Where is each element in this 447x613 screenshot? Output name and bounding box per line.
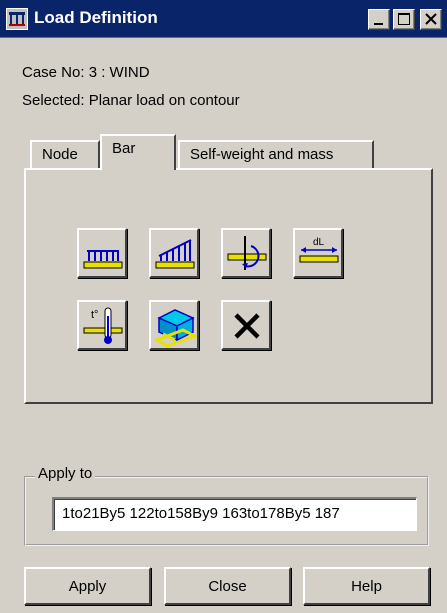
moment-load-icon	[227, 236, 267, 270]
svg-text:t°: t°	[91, 309, 98, 321]
tab-node[interactable]: Node	[30, 140, 100, 170]
svg-text:dL: dL	[313, 237, 325, 248]
tab-bar-label: Bar	[112, 140, 136, 157]
moment-load-button[interactable]	[221, 228, 271, 278]
tab-self-weight-label: Self-weight and mass	[190, 146, 334, 163]
delete-load-button[interactable]	[221, 300, 271, 350]
tab-self-weight-and-mass[interactable]: Self-weight and mass	[178, 140, 374, 170]
tab-bar[interactable]: Bar	[100, 134, 176, 170]
tab-node-label: Node	[42, 146, 78, 163]
app-icon[interactable]	[6, 8, 28, 30]
title-bar[interactable]: Load Definition	[0, 0, 447, 38]
help-button[interactable]: Help	[303, 567, 430, 605]
maximize-icon	[398, 13, 410, 25]
thermal-load-button[interactable]: t°	[77, 300, 127, 350]
maximize-button[interactable]	[393, 9, 415, 30]
uniform-load-button[interactable]	[77, 228, 127, 278]
dl-expansion-icon: dL	[299, 237, 339, 263]
trapezoidal-load-icon	[155, 239, 195, 269]
uniform-load-icon	[83, 250, 123, 269]
apply-to-label: Apply to	[35, 465, 96, 482]
trapezoidal-load-button[interactable]	[149, 228, 199, 278]
minimize-icon	[374, 23, 383, 25]
thermal-load-icon: t°	[83, 307, 123, 344]
dl-expansion-button[interactable]: dL	[293, 228, 343, 278]
apply-button[interactable]: Apply	[24, 567, 151, 605]
window-title: Load Definition	[34, 8, 158, 27]
case-number-label: Case No: 3 : WIND	[22, 64, 150, 81]
delete-icon	[234, 313, 260, 339]
apply-to-input[interactable]: 1to21By5 122to158By9 163to178By5 187	[52, 497, 417, 531]
bar-tab-panel: dL t°	[24, 168, 433, 404]
minimize-button[interactable]	[368, 9, 390, 30]
close-icon	[425, 13, 437, 25]
selection-label: Selected: Planar load on contour	[22, 92, 240, 109]
close-button[interactable]	[420, 9, 442, 30]
self-weight-3d-button[interactable]	[149, 300, 199, 350]
close-dialog-button[interactable]: Close	[164, 567, 291, 605]
self-weight-3d-icon	[153, 309, 197, 348]
